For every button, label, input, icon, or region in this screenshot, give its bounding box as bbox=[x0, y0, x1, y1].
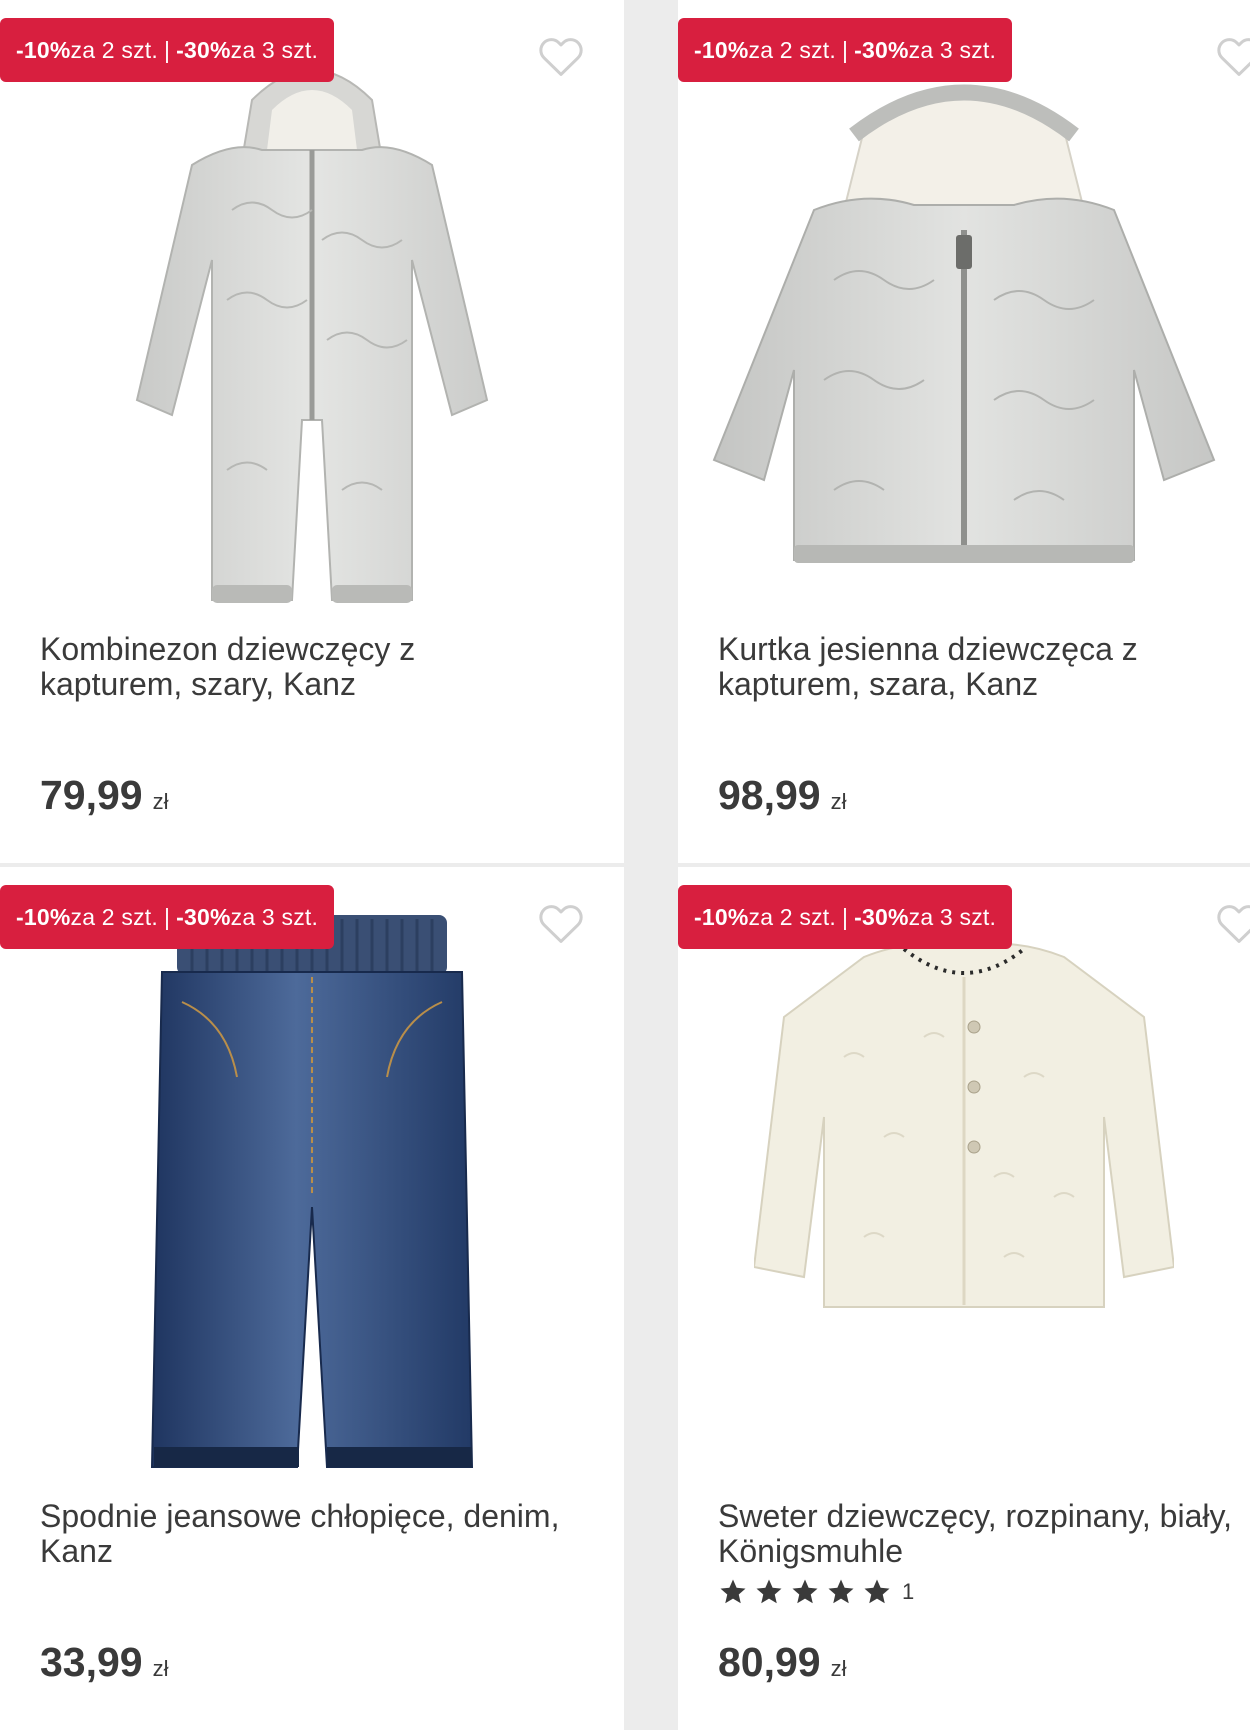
promo-badge: -10% za 2 szt. | -30% za 3 szt. bbox=[0, 885, 335, 949]
heart-outline-icon[interactable] bbox=[535, 30, 587, 82]
star-icon bbox=[790, 1577, 820, 1607]
heart-outline-icon[interactable] bbox=[1213, 30, 1250, 82]
product-title[interactable]: Kurtka jesienna dziewczęca z kapturem, s… bbox=[718, 632, 1238, 702]
rating-stars bbox=[718, 1577, 892, 1607]
product-price: 80,99 zł bbox=[718, 1639, 847, 1685]
product-card[interactable]: -10% za 2 szt. | -30% za 3 szt. Kurtka j… bbox=[678, 0, 1250, 863]
heart-outline-icon[interactable] bbox=[1213, 897, 1250, 949]
star-icon bbox=[826, 1577, 856, 1607]
product-image[interactable] bbox=[678, 867, 1250, 1427]
product-price: 79,99 zł bbox=[40, 772, 169, 818]
star-icon bbox=[718, 1577, 748, 1607]
product-title[interactable]: Sweter dziewczęcy, rozpinany, biały, Kön… bbox=[718, 1499, 1238, 1569]
star-icon bbox=[754, 1577, 784, 1607]
heart-outline-icon[interactable] bbox=[535, 897, 587, 949]
product-title[interactable]: Kombinezon dziewczęcy z kapturem, szary,… bbox=[40, 632, 560, 702]
promo-badge: -10% za 2 szt. | -30% za 3 szt. bbox=[678, 18, 1013, 82]
product-rating: 1 bbox=[718, 1577, 914, 1607]
star-icon bbox=[862, 1577, 892, 1607]
product-title[interactable]: Spodnie jeansowe chłopięce, denim, Kanz bbox=[40, 1499, 560, 1569]
promo-badge: -10% za 2 szt. | -30% za 3 szt. bbox=[678, 885, 1013, 949]
rating-count: 1 bbox=[902, 1579, 915, 1604]
product-image[interactable] bbox=[0, 907, 624, 1487]
promo-badge: -10% za 2 szt. | -30% za 3 szt. bbox=[0, 18, 335, 82]
product-card[interactable]: -10% za 2 szt. | -30% za 3 szt. Kombinez… bbox=[0, 0, 624, 863]
product-image[interactable] bbox=[678, 40, 1250, 620]
product-card[interactable]: -10% za 2 szt. | -30% za 3 szt. Spodnie bbox=[0, 867, 624, 1730]
product-price: 33,99 zł bbox=[40, 1639, 169, 1685]
product-price: 98,99 zł bbox=[718, 772, 847, 818]
product-image[interactable] bbox=[0, 40, 624, 620]
